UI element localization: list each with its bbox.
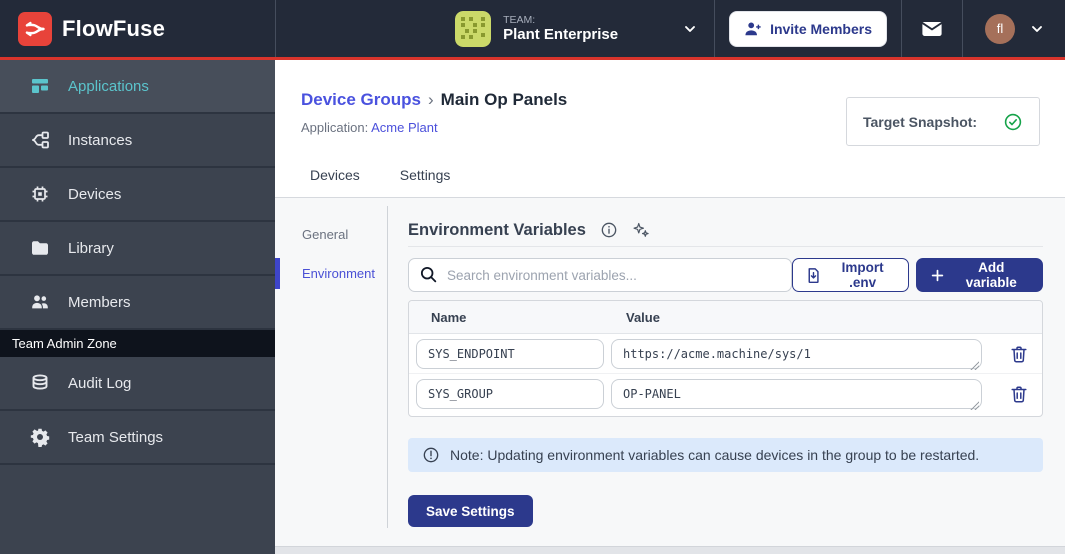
variable-value-input[interactable] <box>611 379 982 409</box>
search-icon <box>419 265 438 284</box>
delete-variable-button[interactable] <box>1009 384 1029 404</box>
folder-icon <box>30 238 50 258</box>
top-header: FlowFuse TEAM: Plant Enterprise Invite M… <box>0 0 1065 60</box>
column-header-name: Name <box>431 310 467 325</box>
chevron-down-icon <box>682 21 698 37</box>
info-icon[interactable] <box>600 221 618 239</box>
main-panel: Device Groups › Main Op Panels Application… <box>275 60 1065 554</box>
user-menu[interactable]: fl <box>963 0 1065 57</box>
sidebar-item-label: Members <box>68 293 131 311</box>
notifications-button[interactable] <box>902 0 962 57</box>
team-admin-zone-header: Team Admin Zone <box>0 330 275 357</box>
team-avatar <box>455 10 492 47</box>
sidebar-item-team-settings[interactable]: Team Settings <box>0 411 275 465</box>
invite-members-button[interactable]: Invite Members <box>729 10 887 47</box>
table-row <box>409 374 1042 414</box>
import-env-label: Import .env <box>841 260 884 290</box>
app-window: FlowFuse TEAM: Plant Enterprise Invite M… <box>0 0 1065 554</box>
sparkles-icon[interactable] <box>632 221 650 239</box>
subnav-active-indicator <box>275 258 280 289</box>
plus-icon <box>930 268 945 283</box>
subnav-divider <box>387 206 388 528</box>
horizontal-scrollbar[interactable] <box>275 546 1065 554</box>
environment-variables-title: Environment Variables <box>408 220 586 239</box>
brand[interactable]: FlowFuse <box>0 0 275 57</box>
delete-variable-button[interactable] <box>1009 344 1029 364</box>
table-header: Name Value <box>409 301 1042 334</box>
sidebar-item-label: Audit Log <box>68 374 132 392</box>
invite-members-label: Invite Members <box>770 20 872 37</box>
chip-icon <box>30 184 50 204</box>
application-label: Application: <box>301 120 369 135</box>
sidebar-item-label: Library <box>68 239 114 257</box>
sidebar-item-library[interactable]: Library <box>0 222 275 276</box>
breadcrumb-separator: › <box>428 90 434 109</box>
variable-name-input[interactable] <box>416 339 604 369</box>
chevron-down-icon <box>1029 21 1045 37</box>
application-line: Application: Acme Plant <box>301 120 438 135</box>
variable-value-input[interactable] <box>611 339 982 369</box>
sidebar-item-label: Instances <box>68 131 133 149</box>
sidebar-item-devices[interactable]: Devices <box>0 168 275 222</box>
search-input[interactable] <box>408 258 792 292</box>
target-snapshot-box: Target Snapshot: <box>846 97 1040 146</box>
save-settings-button[interactable]: Save Settings <box>408 495 533 527</box>
sidebar-item-label: Devices <box>68 185 122 203</box>
table-row <box>409 334 1042 374</box>
team-selector[interactable]: TEAM: Plant Enterprise <box>439 0 714 57</box>
tab-devices[interactable]: Devices <box>310 167 360 195</box>
applications-icon <box>30 76 50 96</box>
users-icon <box>30 292 50 312</box>
team-label: TEAM: <box>503 13 536 26</box>
tab-bar: Devices Settings <box>310 167 450 195</box>
column-header-value: Value <box>626 310 660 325</box>
exclamation-circle-icon <box>422 446 440 464</box>
sidebar: Applications Instances Devices Library M… <box>0 60 275 554</box>
user-plus-icon <box>744 20 762 38</box>
document-download-icon <box>805 267 822 284</box>
sidebar-item-instances[interactable]: Instances <box>0 114 275 168</box>
variable-name-input[interactable] <box>416 379 604 409</box>
tab-settings[interactable]: Settings <box>400 167 451 195</box>
search-box <box>408 258 792 292</box>
instances-icon <box>30 130 50 150</box>
sidebar-item-label: Team Settings <box>68 428 164 446</box>
restart-note-text: Note: Updating environment variables can… <box>450 447 980 463</box>
envelope-icon <box>920 17 944 41</box>
team-name: Plant Enterprise <box>503 25 619 43</box>
database-icon <box>30 373 50 393</box>
sidebar-item-audit-log[interactable]: Audit Log <box>0 357 275 411</box>
avatar: fl <box>985 13 1015 44</box>
breadcrumb-current: Main Op Panels <box>440 90 568 109</box>
add-variable-label: Add variable <box>965 260 1017 290</box>
restart-note-banner: Note: Updating environment variables can… <box>408 438 1043 472</box>
add-variable-button[interactable]: Add variable <box>916 258 1043 292</box>
env-variables-table: Name Value <box>408 300 1043 417</box>
sidebar-item-label: Applications <box>68 77 149 95</box>
application-link[interactable]: Acme Plant <box>371 120 437 135</box>
sidebar-item-members[interactable]: Members <box>0 276 275 330</box>
check-circle-icon <box>1003 112 1023 132</box>
breadcrumb-device-groups-link[interactable]: Device Groups <box>301 90 421 109</box>
gear-icon <box>30 427 50 447</box>
header-divider <box>275 0 276 57</box>
subnav-item-environment[interactable]: Environment <box>302 266 375 281</box>
settings-content: General Environment Environment Variable… <box>275 198 1065 554</box>
import-env-button[interactable]: Import .env <box>791 258 910 292</box>
target-snapshot-label: Target Snapshot: <box>863 113 978 130</box>
brand-name: FlowFuse <box>62 15 166 41</box>
flowfuse-logo-icon <box>18 11 52 46</box>
breadcrumb: Device Groups › Main Op Panels <box>301 90 567 110</box>
subnav-item-general[interactable]: General <box>302 227 348 242</box>
sidebar-item-applications[interactable]: Applications <box>0 60 275 114</box>
